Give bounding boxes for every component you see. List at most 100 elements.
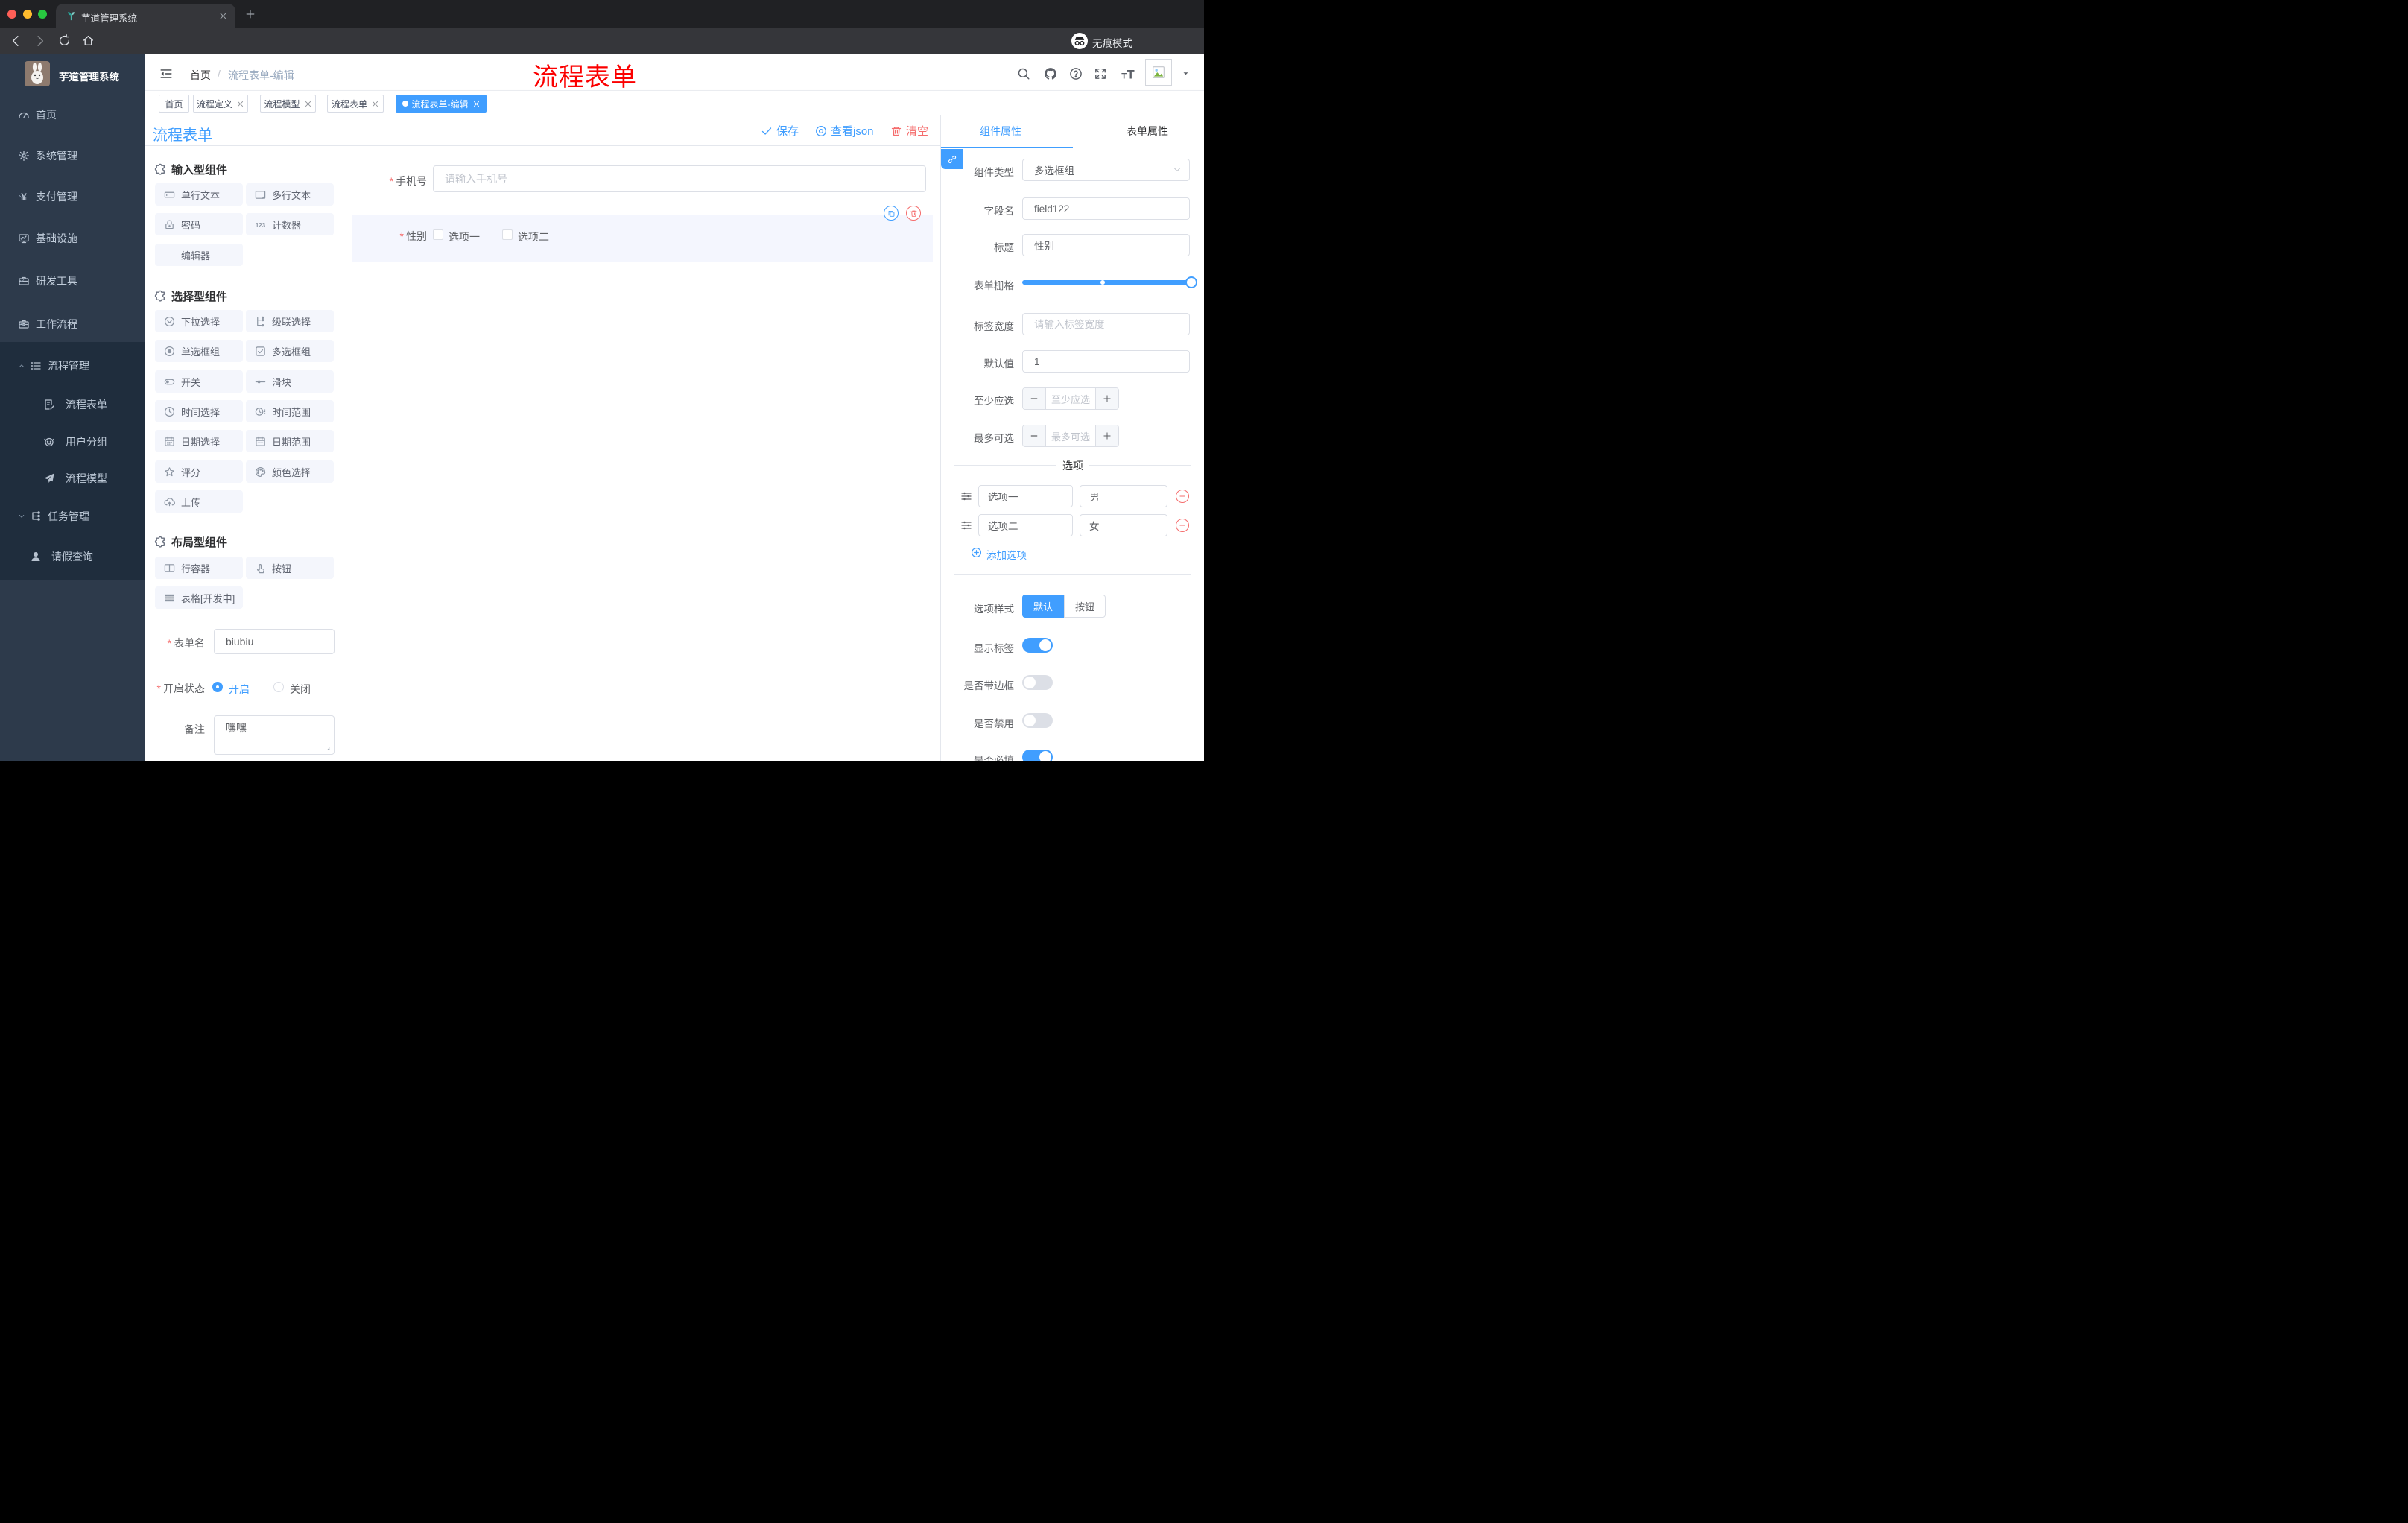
component-cascader[interactable]: 级联选择 [246,310,334,332]
sidebar-item-user-group[interactable]: 用户分组 [0,423,145,460]
component-table-dev[interactable]: 表格[开发中] [155,586,243,609]
label-width-input[interactable] [1022,313,1190,335]
close-tab-icon[interactable] [218,11,228,21]
avatar[interactable] [1145,59,1172,86]
disabled-toggle[interactable] [1022,713,1053,728]
forward-icon[interactable] [34,34,47,48]
gender-option2-checkbox[interactable] [502,229,513,240]
reload-icon[interactable] [58,34,71,47]
form-name-input[interactable] [214,629,335,654]
status-off-label[interactable]: 关闭 [290,682,311,697]
drag-handle-icon[interactable] [960,490,972,502]
component-time-range[interactable]: 时间范围 [246,400,334,422]
slider-handle[interactable] [1185,276,1197,288]
sidebar-item-workflow[interactable]: 工作流程 [0,304,145,344]
view-json-button[interactable]: 查看json [815,116,874,145]
tab-component-props[interactable]: 组件属性 [980,124,1021,139]
close-icon[interactable] [236,100,244,108]
option1-label-input[interactable] [978,485,1073,507]
sidebar-item-home[interactable]: 首页 [0,95,145,135]
show-label-toggle[interactable] [1022,638,1053,653]
sidebar-item-devtools[interactable]: 研发工具 [0,261,145,301]
home-icon[interactable] [82,34,95,47]
component-date-range[interactable]: 日期范围 [246,430,334,452]
tag-process-form-edit-active[interactable]: 流程表单-编辑 [396,95,487,113]
component-color-picker[interactable]: 颜色选择 [246,460,334,483]
component-checkbox-group[interactable]: 多选框组 [246,340,334,362]
default-value-input[interactable] [1022,350,1190,373]
tag-home[interactable]: 首页 [159,95,189,113]
min-select-placeholder[interactable]: 至少应选 [1046,388,1095,409]
drag-handle-icon[interactable] [960,519,972,531]
plus-icon[interactable] [1095,388,1118,409]
minus-icon[interactable] [1023,388,1046,409]
sidebar-item-task-mgmt[interactable]: 任务管理 [0,498,145,535]
fullscreen-icon[interactable] [1094,67,1107,80]
tab-form-props[interactable]: 表单属性 [1127,124,1168,139]
app-logo[interactable]: 芋道管理系统 [0,54,145,100]
max-select-placeholder[interactable]: 最多可选 [1046,425,1095,446]
gender-option1-checkbox[interactable] [433,229,443,240]
option2-label-input[interactable] [978,514,1073,536]
browser-tab[interactable]: 芋道管理系统 [56,4,235,28]
component-date-picker[interactable]: 日期选择 [155,430,243,452]
back-icon[interactable] [9,34,22,48]
component-password[interactable]: 密码 [155,213,243,235]
help-icon[interactable] [1069,67,1083,80]
component-single-text[interactable]: 单行文本 [155,183,243,206]
tag-process-definition[interactable]: 流程定义 [193,95,248,113]
plus-icon[interactable] [1095,425,1118,446]
style-button-button[interactable]: 按钮 [1064,595,1106,618]
status-on-label[interactable]: 开启 [229,682,250,697]
sidebar-item-process-form[interactable]: 流程表单 [0,386,145,423]
component-counter[interactable]: 123 计数器 [246,213,334,235]
sidebar-item-system[interactable]: 系统管理 [0,136,145,176]
phone-input[interactable] [433,165,926,192]
component-select[interactable]: 下拉选择 [155,310,243,332]
close-window-button[interactable] [7,10,16,19]
minus-icon[interactable] [1023,425,1046,446]
gender-option1-label[interactable]: 选项一 [449,229,480,244]
remove-option2-button[interactable] [1176,519,1189,532]
breadcrumb-home[interactable]: 首页 [190,68,211,83]
field-name-input[interactable] [1022,197,1190,220]
form-remark-textarea[interactable]: 嘿嘿 [214,715,335,755]
component-time-picker[interactable]: 时间选择 [155,400,243,422]
title-input[interactable] [1022,234,1190,256]
tag-process-form[interactable]: 流程表单 [327,95,384,113]
gender-option2-label[interactable]: 选项二 [518,229,549,244]
status-off-radio[interactable] [273,682,284,692]
close-icon[interactable] [371,100,379,108]
close-icon[interactable] [304,100,312,108]
component-rate[interactable]: 评分 [155,460,243,483]
required-toggle[interactable] [1022,750,1053,762]
grid-slider-track[interactable] [1022,280,1190,285]
sidebar-item-infra[interactable]: 基础设施 [0,218,145,259]
sidebar-item-process-model[interactable]: 流程模型 [0,460,145,497]
component-editor[interactable]: 编辑器 [155,244,243,266]
component-multi-text[interactable]: 多行文本 [246,183,334,206]
style-default-button[interactable]: 默认 [1022,595,1064,618]
option1-value-input[interactable] [1080,485,1167,507]
status-on-radio[interactable] [212,682,223,692]
component-switch[interactable]: 开关 [155,370,243,393]
option2-value-input[interactable] [1080,514,1167,536]
add-option-button[interactable]: 添加选项 [986,547,1027,562]
minimize-window-button[interactable] [23,10,32,19]
font-size-icon[interactable]: TT [1121,66,1135,81]
new-tab-button[interactable] [245,9,256,19]
hamburger-icon[interactable] [159,67,173,80]
component-upload[interactable]: 上传 [155,490,243,513]
tag-process-model[interactable]: 流程模型 [260,95,316,113]
resize-handle-icon[interactable] [323,744,331,751]
clear-button[interactable]: 清空 [890,116,928,145]
maximize-window-button[interactable] [38,10,47,19]
delete-component-button[interactable] [906,206,921,221]
github-icon[interactable] [1044,67,1057,80]
close-icon[interactable] [472,100,481,108]
component-slider[interactable]: 滑块 [246,370,334,393]
component-radio-group[interactable]: 单选框组 [155,340,243,362]
form-canvas[interactable]: *手机号 *性别 选项一 选项二 [335,146,940,762]
copy-component-button[interactable] [884,206,899,221]
sidebar-item-payment[interactable]: ¥ 支付管理 [0,177,145,217]
